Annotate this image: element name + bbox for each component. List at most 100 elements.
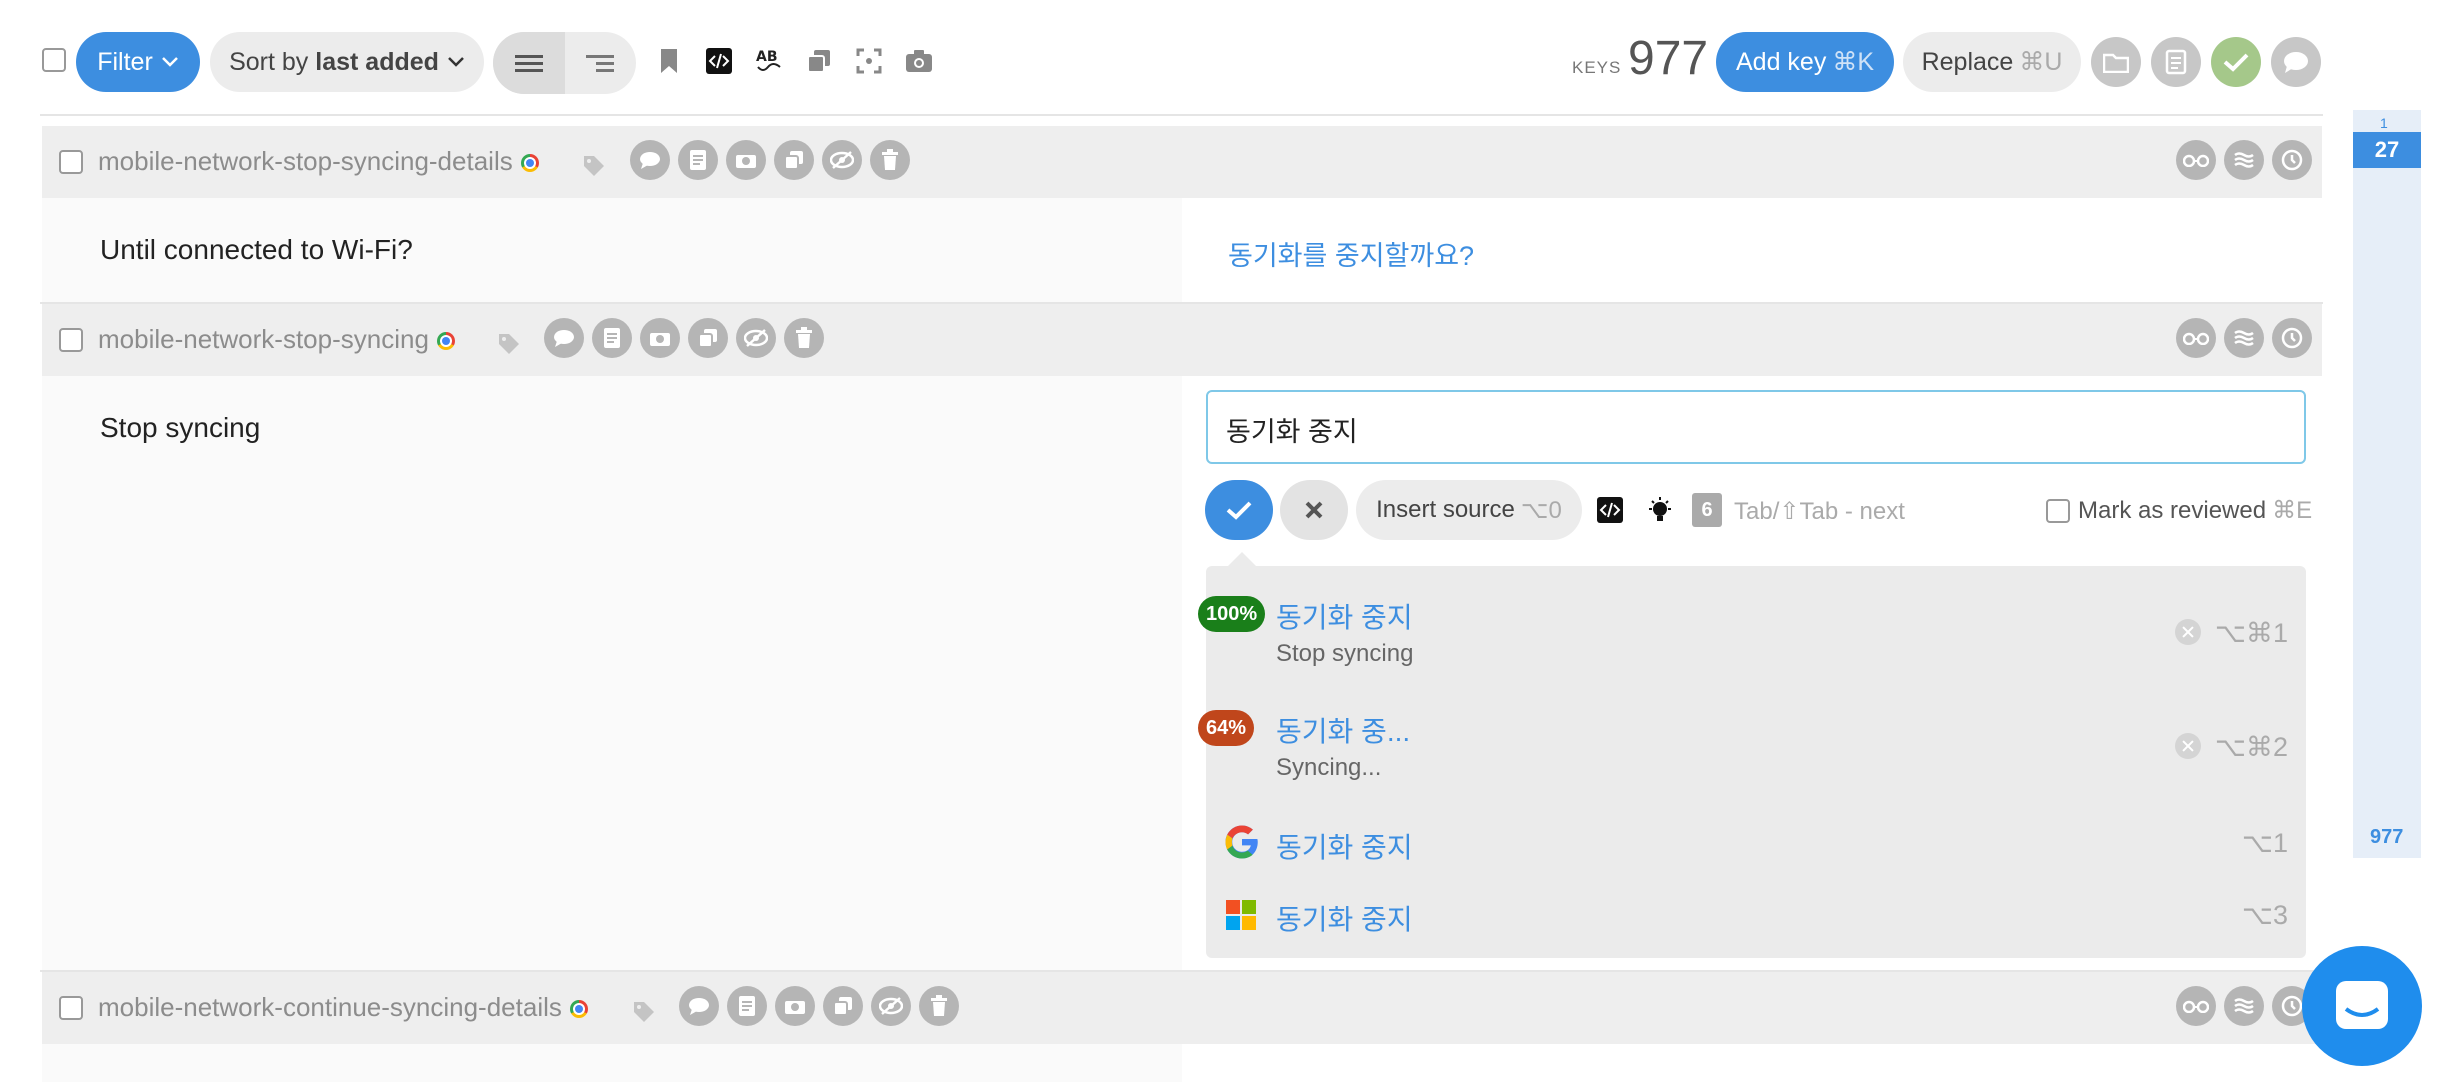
bookmark-icon[interactable]: [654, 46, 684, 76]
microsoft-icon: [1226, 900, 1256, 930]
key-name[interactable]: mobile-network-stop-syncing: [98, 324, 455, 355]
glasses-icon[interactable]: [2176, 986, 2216, 1026]
waves-icon[interactable]: [2224, 986, 2264, 1026]
folder-icon[interactable]: [2091, 37, 2141, 87]
tag-icon[interactable]: [497, 332, 521, 356]
copy-icon[interactable]: [823, 986, 863, 1026]
history-icon[interactable]: [2272, 140, 2312, 180]
key-header: mobile-network-stop-syncing-details: [42, 126, 2322, 198]
check-icon[interactable]: [2211, 37, 2261, 87]
comment-icon[interactable]: [630, 140, 670, 180]
key-checkbox[interactable]: [59, 328, 83, 352]
translation-cell[interactable]: [1182, 1044, 2322, 1082]
key-header: mobile-network-stop-syncing: [42, 304, 2322, 376]
key-right-actions: [2176, 140, 2312, 180]
minimap-position-indicator[interactable]: 27: [2353, 132, 2421, 168]
suggestion-shortcut: ⌥1: [2241, 828, 2288, 858]
add-key-button[interactable]: Add key ⌘K: [1716, 32, 1894, 92]
chrome-icon: [520, 154, 539, 172]
cancel-button[interactable]: [1280, 480, 1348, 540]
lightbulb-icon[interactable]: [1645, 495, 1675, 530]
add-key-label: Add key: [1735, 47, 1827, 76]
copy-icon[interactable]: [774, 140, 814, 180]
mark-reviewed-shortcut: ⌘E: [2272, 497, 2313, 524]
chrome-icon: [569, 1000, 588, 1018]
remove-icon[interactable]: [2174, 619, 2201, 645]
comment-icon[interactable]: [544, 318, 584, 358]
mark-reviewed-toggle[interactable]: Mark as reviewed ⌘E: [2046, 496, 2312, 525]
document-icon[interactable]: [678, 140, 718, 180]
tag-icon[interactable]: [632, 1000, 656, 1024]
tree-view-button[interactable]: [565, 32, 637, 94]
glasses-icon[interactable]: [2176, 318, 2216, 358]
screenshot-frame-icon[interactable]: [854, 46, 884, 76]
code-tag-icon[interactable]: [1597, 497, 1623, 528]
trash-icon[interactable]: [870, 140, 910, 180]
support-chat-button[interactable]: [2302, 946, 2422, 1066]
minimap-end-label: 977: [2370, 826, 2404, 848]
chat-bubble-icon: [2336, 981, 2388, 1029]
key-actions: [630, 140, 910, 180]
match-badge: 64%: [1198, 710, 1255, 746]
toolbar: Filter Sort by last added AB KEYS 977 Ad…: [0, 0, 2452, 120]
history-icon[interactable]: [2272, 318, 2312, 358]
comment-icon[interactable]: [679, 986, 719, 1026]
replace-button[interactable]: Replace ⌘U: [1903, 32, 2081, 92]
key-name[interactable]: mobile-network-continue-syncing-details: [98, 992, 588, 1023]
minimap-current-position: 27: [2374, 137, 2400, 162]
key-scroll-minimap[interactable]: [2353, 110, 2421, 858]
hidden-eye-icon[interactable]: [822, 140, 862, 180]
translation-input[interactable]: 동기화 중지: [1206, 390, 2306, 464]
trash-icon[interactable]: [784, 318, 824, 358]
mark-reviewed-label: Mark as reviewed: [2078, 496, 2267, 524]
document-icon[interactable]: [727, 986, 767, 1026]
suggestion-item[interactable]: 동기화 중지 ⌥3: [1206, 886, 2306, 950]
document-icon[interactable]: [592, 318, 632, 358]
waves-icon[interactable]: [2224, 140, 2264, 180]
code-tag-icon[interactable]: [704, 46, 734, 76]
document-icon[interactable]: [2151, 37, 2201, 87]
translation-cell[interactable]: 동기화를 중지할까요?: [1182, 198, 2322, 302]
suggestion-item[interactable]: 동기화 중지 ⌥1: [1206, 814, 2306, 878]
spellcheck-icon[interactable]: AB: [754, 46, 784, 76]
suggestion-item[interactable]: 64% 동기화 중... Syncing... ⌥⌘2: [1198, 700, 2306, 808]
select-all-checkbox[interactable]: [42, 48, 66, 72]
replace-label: Replace: [1921, 47, 2014, 76]
source-cell: [42, 1044, 1182, 1082]
navigation-hint: Tab/⇧Tab - next: [1734, 498, 1905, 525]
key-name[interactable]: mobile-network-stop-syncing-details: [98, 146, 539, 177]
camera-icon[interactable]: [775, 986, 815, 1026]
key-checkbox[interactable]: [59, 996, 83, 1020]
waves-icon[interactable]: [2224, 318, 2264, 358]
suggestion-text: 동기화 중지: [1276, 602, 1413, 633]
tag-icon[interactable]: [582, 154, 606, 178]
toolbar-divider: [40, 114, 2323, 116]
copy-icon[interactable]: [804, 46, 834, 76]
source-cell: Stop syncing: [42, 376, 1182, 970]
check-icon: [1226, 501, 1252, 520]
key-actions: [679, 986, 959, 1026]
camera-icon[interactable]: [904, 46, 934, 76]
translation-input-value: 동기화 중지: [1226, 417, 1358, 447]
chat-icon[interactable]: [2271, 37, 2321, 87]
copy-icon[interactable]: [688, 318, 728, 358]
key-name-text: mobile-network-stop-syncing-details: [98, 146, 513, 176]
remove-icon[interactable]: [2174, 733, 2201, 759]
glasses-icon[interactable]: [2176, 140, 2216, 180]
suggestions-panel: 100% 동기화 중지 Stop syncing ⌥⌘1 64% 동기화 중..…: [1198, 552, 2306, 958]
hidden-eye-icon[interactable]: [736, 318, 776, 358]
save-button[interactable]: [1205, 480, 1273, 540]
hidden-eye-icon[interactable]: [871, 986, 911, 1026]
sort-dropdown[interactable]: Sort by last added: [210, 32, 484, 92]
filter-button[interactable]: Filter: [76, 32, 200, 92]
key-checkbox[interactable]: [59, 150, 83, 174]
chevron-down-icon: [161, 57, 178, 67]
camera-icon[interactable]: [640, 318, 680, 358]
translation-text[interactable]: 동기화를 중지할까요?: [1228, 234, 1474, 273]
insert-source-button[interactable]: Insert source ⌥0: [1356, 480, 1582, 540]
list-view-button[interactable]: [493, 32, 565, 94]
suggestion-item[interactable]: 100% 동기화 중지 Stop syncing ⌥⌘1: [1198, 586, 2306, 694]
mark-reviewed-checkbox[interactable]: [2046, 498, 2070, 523]
camera-icon[interactable]: [726, 140, 766, 180]
trash-icon[interactable]: [919, 986, 959, 1026]
